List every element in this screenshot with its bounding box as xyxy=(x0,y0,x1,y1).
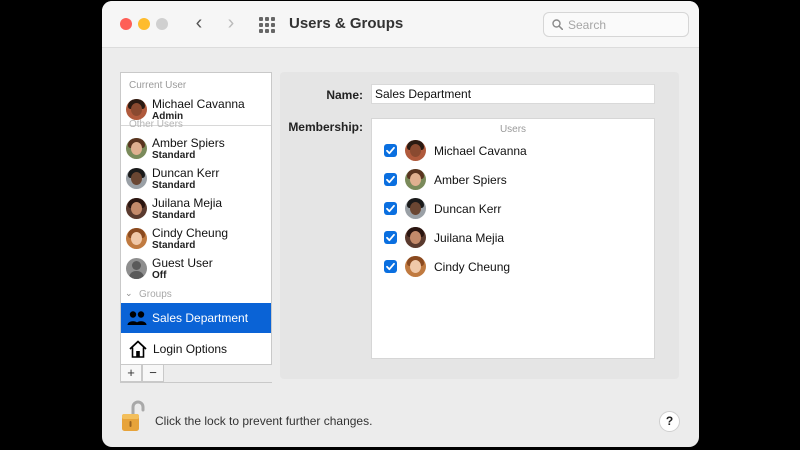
user-role: Standard xyxy=(152,240,196,251)
user-name: Juilana Mejia xyxy=(152,196,223,210)
search-icon xyxy=(552,19,563,30)
avatar xyxy=(405,169,426,190)
title-bar: ‹ › Users & Groups xyxy=(102,1,699,48)
member-name: Cindy Cheung xyxy=(434,260,511,274)
search-input[interactable] xyxy=(568,16,683,34)
group-people-icon xyxy=(127,311,147,325)
back-chevron-icon[interactable]: ‹ xyxy=(188,13,210,35)
group-name-field[interactable] xyxy=(371,84,655,104)
show-all-grid-icon[interactable] xyxy=(259,17,275,33)
user-row-guest-user[interactable]: Guest User Off xyxy=(121,254,271,284)
member-name: Juilana Mejia xyxy=(434,231,505,245)
avatar xyxy=(126,228,147,249)
member-row: Michael Cavanna xyxy=(372,139,654,163)
user-name: Michael Cavanna xyxy=(152,97,245,111)
users-column-header: Users xyxy=(499,124,527,135)
users-list: Current User Michael Cavanna Admin Other… xyxy=(120,72,272,365)
guest-avatar-icon xyxy=(126,258,147,279)
group-detail-pane: Name: Membership: Users Michael Cavanna xyxy=(280,72,679,379)
close-window-button[interactable] xyxy=(120,18,132,30)
user-name: Cindy Cheung xyxy=(152,226,229,240)
member-row: Cindy Cheung xyxy=(372,255,654,279)
user-name: Guest User xyxy=(152,256,213,270)
login-options-row[interactable]: Login Options xyxy=(121,335,271,363)
minimize-window-button[interactable] xyxy=(138,18,150,30)
member-checkbox[interactable] xyxy=(384,260,397,273)
avatar xyxy=(405,256,426,277)
user-row-amber-spiers[interactable]: Amber Spiers Standard xyxy=(121,134,271,164)
login-options-label: Login Options xyxy=(153,342,228,356)
member-name: Michael Cavanna xyxy=(434,144,527,158)
avatar xyxy=(405,198,426,219)
avatar xyxy=(126,198,147,219)
house-icon xyxy=(129,340,147,358)
current-user-header: Current User xyxy=(129,80,187,91)
avatar xyxy=(126,138,147,159)
zoom-window-button[interactable] xyxy=(156,18,168,30)
member-checkbox[interactable] xyxy=(384,173,397,186)
user-role: Standard xyxy=(152,180,196,191)
membership-label: Membership: xyxy=(288,120,363,134)
avatar xyxy=(405,140,426,161)
users-groups-window: ‹ › Users & Groups Current User Michael … xyxy=(102,1,699,447)
group-row-sales-department[interactable]: Sales Department xyxy=(121,303,271,333)
forward-chevron-icon[interactable]: › xyxy=(220,13,242,35)
member-name: Amber Spiers xyxy=(434,173,507,187)
groups-header: Groups xyxy=(139,289,172,300)
lock-message: Click the lock to prevent further change… xyxy=(155,414,373,428)
lock-icon[interactable] xyxy=(120,399,146,433)
member-checkbox[interactable] xyxy=(384,144,397,157)
member-row: Amber Spiers xyxy=(372,168,654,192)
avatar xyxy=(405,227,426,248)
user-role: Standard xyxy=(152,210,196,221)
add-user-button[interactable]: + xyxy=(120,365,142,382)
avatar xyxy=(126,99,147,120)
other-users-header: Other Users xyxy=(129,119,183,130)
member-checkbox[interactable] xyxy=(384,231,397,244)
user-role: Off xyxy=(152,270,167,281)
name-label: Name: xyxy=(326,88,363,102)
avatar xyxy=(126,168,147,189)
user-name: Duncan Kerr xyxy=(152,166,220,180)
groups-disclosure-chevron-icon[interactable]: ⌄ xyxy=(125,288,133,299)
user-row-cindy-cheung[interactable]: Cindy Cheung Standard xyxy=(121,224,271,254)
remove-user-button[interactable]: − xyxy=(142,365,164,382)
search-field[interactable] xyxy=(543,12,689,37)
user-row-duncan-kerr[interactable]: Duncan Kerr Standard xyxy=(121,164,271,194)
user-row-juilana-mejia[interactable]: Juilana Mejia Standard xyxy=(121,194,271,224)
add-remove-bar: + − xyxy=(120,365,272,383)
membership-list: Users Michael Cavanna Amber Spiers Dunca… xyxy=(371,118,655,359)
member-name: Duncan Kerr xyxy=(434,202,502,216)
member-row: Juilana Mejia xyxy=(372,226,654,250)
group-label: Sales Department xyxy=(152,311,249,325)
member-checkbox[interactable] xyxy=(384,202,397,215)
user-name: Amber Spiers xyxy=(152,136,225,150)
help-button[interactable]: ? xyxy=(659,411,680,432)
member-row: Duncan Kerr xyxy=(372,197,654,221)
window-title: Users & Groups xyxy=(289,15,404,32)
user-role: Standard xyxy=(152,150,196,161)
